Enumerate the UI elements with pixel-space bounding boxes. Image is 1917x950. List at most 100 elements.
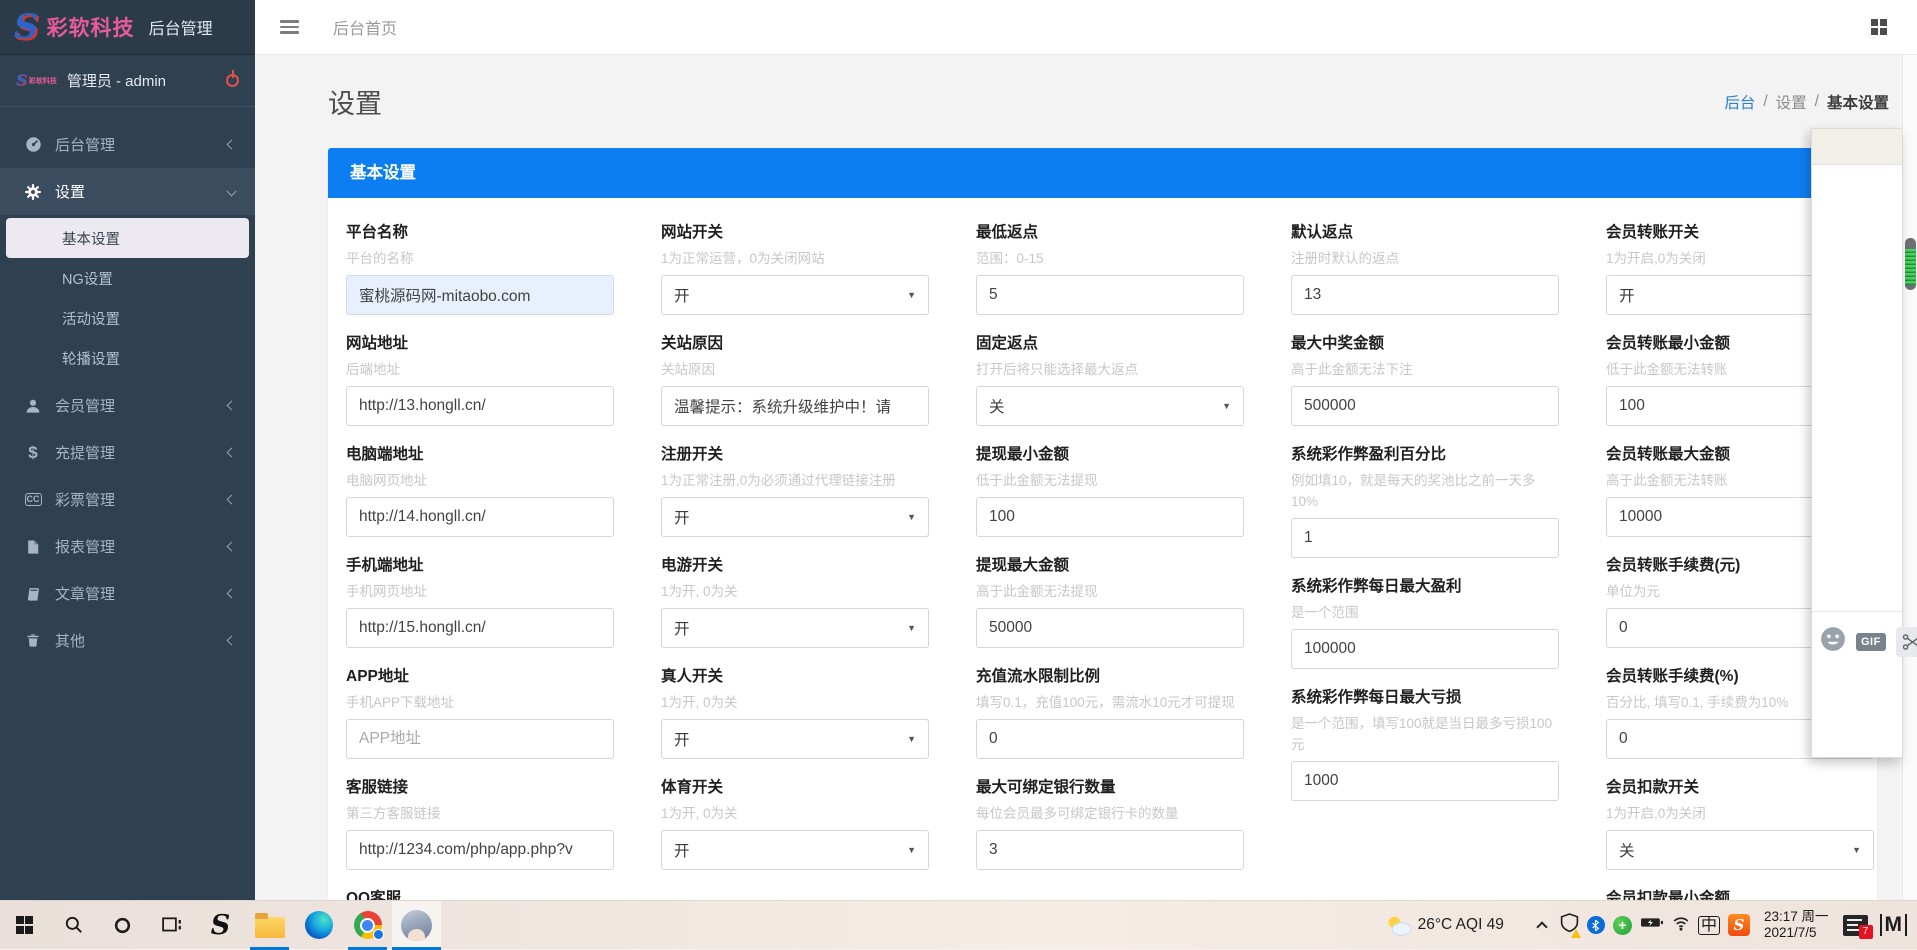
sidebar-subitem-ng-settings[interactable]: NG设置 [6,258,249,298]
live-switch-select[interactable]: 开▼ [661,719,929,759]
site-switch-select[interactable]: 开▼ [661,275,929,315]
caret-down-icon: ▼ [907,845,916,855]
breadcrumb: 后台 / 设置 / 基本设置 [1724,91,1889,113]
bluetooth-icon[interactable] [1587,916,1605,934]
scissors-icon[interactable] [1896,627,1917,657]
cheat-daily-max-profit-input[interactable] [1291,629,1559,669]
deposit-flow-ratio-input[interactable] [976,719,1244,759]
withdraw-min-input[interactable] [976,497,1244,537]
security-shield-icon[interactable] [1560,913,1579,938]
sidebar-subitem-activity-settings[interactable]: 活动设置 [6,298,249,338]
divider [1812,611,1902,612]
caret-down-icon: ▼ [1852,845,1861,855]
notification-center-icon[interactable]: 7 [1843,915,1868,936]
emoji-smiley-icon[interactable] [1820,626,1846,657]
service-link-input[interactable] [346,830,614,870]
withdraw-max-input[interactable] [976,608,1244,648]
egame-switch-select[interactable]: 开▼ [661,608,929,648]
ime-mode-indicator[interactable]: 中 [1698,916,1720,935]
field-label: 真人开关 [661,667,929,687]
field-deduct-switch: 会员扣款开关1为开启,0为关闭关▼ [1606,778,1874,870]
min-rebate-input[interactable] [976,275,1244,315]
gif-button[interactable]: GIF [1856,633,1886,651]
chevron-left-icon [227,495,237,505]
settings-form: 平台名称平台的名称网站地址后端地址电脑端地址电脑网页地址手机端地址手机网页地址A… [328,198,1877,900]
active-app-button[interactable] [392,901,441,950]
battery-icon[interactable] [1640,916,1664,934]
register-switch-select[interactable]: 开▼ [661,497,929,537]
field-cheat-profit-percent: 系统彩作弊盈利百分比例如填10，就是每天的奖池比之前一天多10% [1291,445,1559,558]
site-url-input[interactable] [346,386,614,426]
field-hint: 例如填10，就是每天的奖池比之前一天多10% [1291,470,1559,512]
start-button[interactable] [0,901,49,950]
sidebar-item-other[interactable]: 其他 [0,617,255,664]
cortana-icon [113,916,132,935]
sidebar-item-articles[interactable]: 文章管理 [0,570,255,617]
file-icon [22,539,44,555]
field-label: 充值流水限制比例 [976,667,1244,687]
cairuan-app-button[interactable]: S [196,901,245,950]
admin-row: S 彩软科技 管理员 - admin [0,55,255,107]
mobile-url-input[interactable] [346,608,614,648]
sogou-input-icon[interactable]: S [1728,914,1750,936]
sidebar-item-admin-home[interactable]: 后台管理 [0,121,255,168]
pc-url-input[interactable] [346,497,614,537]
sidebar-item-label: 报表管理 [55,536,228,557]
sidebar-item-lottery[interactable]: CC彩票管理 [0,476,255,523]
taskbar-search-button[interactable] [49,901,98,950]
wifi-icon[interactable] [1672,914,1690,936]
cheat-daily-max-loss-input[interactable] [1291,761,1559,801]
antivirus-icon[interactable]: + [1613,916,1632,935]
deduct-switch-select[interactable]: 关▼ [1606,830,1874,870]
m-app-icon[interactable]: M [1880,914,1908,936]
field-label: 系统彩作弊每日最大盈利 [1291,577,1559,597]
field-label: 系统彩作弊盈利百分比 [1291,445,1559,465]
show-hidden-icons-chevron[interactable] [1536,921,1547,932]
field-hint: 1为开, 0为关 [661,803,929,824]
task-view-button[interactable] [147,901,196,950]
platform-name-input[interactable] [346,275,614,315]
topbar-home-link[interactable]: 后台首页 [333,15,397,39]
field-label: 系统彩作弊每日最大亏损 [1291,688,1559,708]
chevron-left-icon [227,140,237,150]
sidebar-subitem-basic-settings[interactable]: 基本设置 [6,218,249,258]
field-label: 默认返点 [1291,223,1559,243]
edge-button[interactable] [294,901,343,950]
max-win-amount-input[interactable] [1291,386,1559,426]
sidebar-item-settings[interactable]: 设置 [0,168,255,215]
app-url-input[interactable] [346,719,614,759]
breadcrumb-settings[interactable]: 设置 [1776,91,1807,113]
menu-toggle-icon[interactable] [280,20,299,34]
apps-grid-icon[interactable] [1871,19,1888,36]
caret-down-icon: ▼ [907,290,916,300]
weather-widget[interactable]: 26°C AQI 49 [1385,914,1504,937]
sports-switch-select[interactable]: 开▼ [661,830,929,870]
chrome-button[interactable] [343,901,392,950]
clock[interactable]: 23:17 周一 2021/7/5 [1764,909,1829,941]
scrollbar-thumb[interactable] [1905,238,1916,290]
fixed-rebate-select[interactable]: 关▼ [976,386,1244,426]
cortana-button[interactable] [98,901,147,950]
close-reason-input[interactable] [661,386,929,426]
field-min-rebate: 最低返点范围：0-15 [976,223,1244,315]
page-scrollbar[interactable] [1902,55,1917,900]
field-egame-switch: 电游开关1为开, 0为关开▼ [661,556,929,648]
field-hint: 范围：0-15 [976,248,1244,269]
file-explorer-button[interactable] [245,901,294,950]
max-bank-cards-input[interactable] [976,830,1244,870]
logout-power-icon[interactable] [226,74,239,87]
field-label: 注册开关 [661,445,929,465]
field-hint: 打开后将只能选择最大返点 [976,359,1244,380]
cheat-profit-percent-input[interactable] [1291,518,1559,558]
user-icon [22,398,44,414]
sidebar-item-members[interactable]: 会员管理 [0,382,255,429]
default-rebate-input[interactable] [1291,275,1559,315]
form-column: 默认返点注册时默认的返点最大中奖金额高于此金额无法下注系统彩作弊盈利百分比例如填… [1291,223,1559,900]
brand-logo-icon: S [14,10,39,44]
chevron-left-icon [227,401,237,411]
field-hint: 第三方客服链接 [346,803,614,824]
sidebar-subitem-carousel-settings[interactable]: 轮播设置 [6,338,249,378]
breadcrumb-home-link[interactable]: 后台 [1724,91,1755,113]
sidebar-item-reports[interactable]: 报表管理 [0,523,255,570]
sidebar-item-deposits[interactable]: $充提管理 [0,429,255,476]
